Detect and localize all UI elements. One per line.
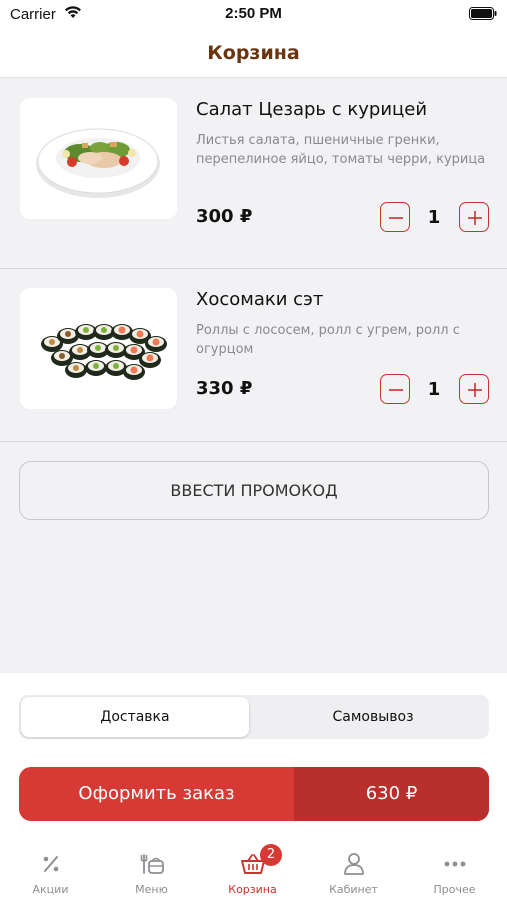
tab-label: Акции <box>32 883 69 896</box>
item-price: 300 ₽ <box>196 206 253 227</box>
order-total: 630 ₽ <box>294 767 489 821</box>
caesar-salad-image <box>20 98 177 219</box>
battery-icon <box>469 7 497 20</box>
user-icon <box>344 853 364 875</box>
item-description: Листья салата, пшеничные гренки, перепел… <box>196 133 486 167</box>
place-order-label: Оформить заказ <box>78 783 235 804</box>
plus-icon <box>468 211 482 225</box>
tab-cart[interactable]: 2 Корзина <box>202 835 303 900</box>
tab-label: Корзина <box>228 883 277 896</box>
tab-promotions[interactable]: Акции <box>0 835 101 900</box>
status-bar: Carrier 2:50 PM <box>0 0 507 30</box>
cart-item: Хосомаки сэт Роллы с лососем, ролл с угр… <box>0 269 507 442</box>
tab-label: Прочее <box>433 883 476 896</box>
increase-quantity-button[interactable] <box>459 374 489 404</box>
more-dots-icon <box>444 861 466 867</box>
percent-icon <box>43 856 59 872</box>
item-name: Хосомаки сэт <box>196 289 324 310</box>
item-quantity: 1 <box>427 379 441 400</box>
item-quantity: 1 <box>427 207 441 228</box>
minus-icon <box>389 389 403 391</box>
place-order-button[interactable]: Оформить заказ 630 ₽ <box>19 767 489 821</box>
item-name: Салат Цезарь с курицей <box>196 99 428 120</box>
plus-icon <box>468 383 482 397</box>
increase-quantity-button[interactable] <box>459 202 489 232</box>
cart-item: Салат Цезарь с курицей Листья салата, пш… <box>0 79 507 269</box>
nav-header: Корзина <box>0 30 507 78</box>
pickup-option-tab[interactable]: Самовывоз <box>259 697 487 737</box>
delivery-option-tab[interactable]: Доставка <box>21 697 249 737</box>
tab-label: Кабинет <box>329 883 378 896</box>
status-time: 2:50 PM <box>225 5 282 22</box>
page-title: Корзина <box>207 42 300 64</box>
tab-label: Меню <box>135 883 168 896</box>
decrease-quantity-button[interactable] <box>380 202 410 232</box>
decrease-quantity-button[interactable] <box>380 374 410 404</box>
tab-menu[interactable]: Меню <box>101 835 202 900</box>
item-description: Роллы с лососем, ролл с угрем, ролл с ог… <box>196 323 460 357</box>
tab-account[interactable]: Кабинет <box>303 835 404 900</box>
delivery-method-selector: Доставка Самовывоз <box>19 695 489 739</box>
tab-more[interactable]: Прочее <box>404 835 505 900</box>
menu-dish-icon <box>140 854 164 874</box>
tab-bar: Акции Меню 2 Корзина Кабинет Прочее <box>0 835 507 900</box>
cart-list: Салат Цезарь с курицей Листья салата, пш… <box>0 79 507 442</box>
promo-code-button[interactable]: ВВЕСТИ ПРОМОКОД <box>19 461 489 520</box>
minus-icon <box>389 217 403 219</box>
cart-count-badge: 2 <box>260 844 282 866</box>
item-price: 330 ₽ <box>196 378 253 399</box>
hosomaki-set-image <box>20 288 177 409</box>
